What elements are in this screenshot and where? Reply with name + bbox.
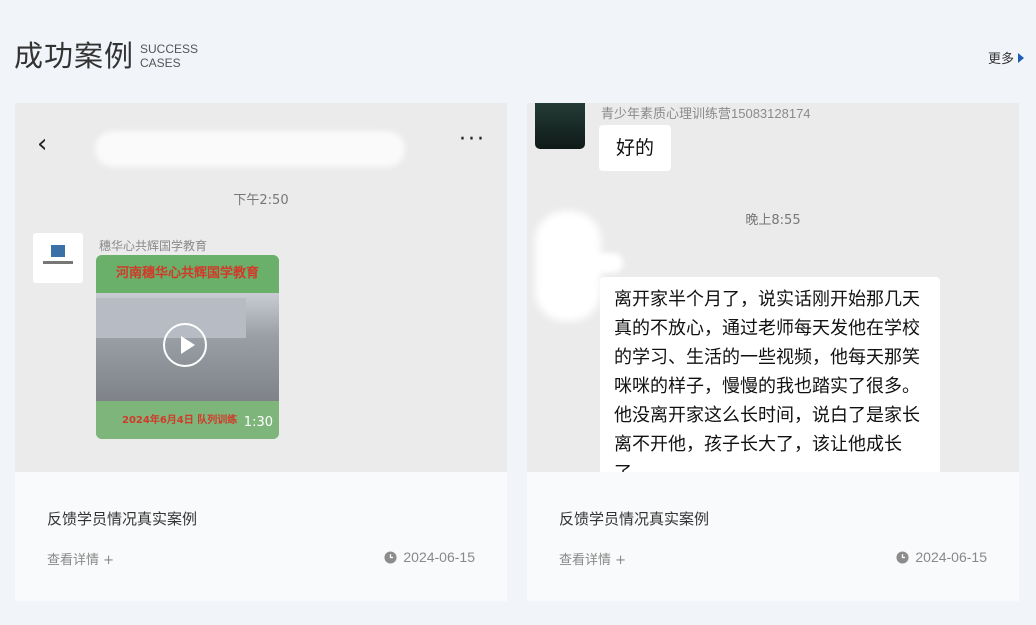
sender-name: 穗华心共辉国学教育 <box>99 239 208 253</box>
case-date: 2024-06-15 <box>384 549 475 565</box>
section-subtitle: SUCCESS CASES <box>140 42 199 70</box>
more-link[interactable]: 更多 <box>988 48 1024 67</box>
case-screenshot[interactable]: ‹ ··· 下午2:50 穗华心共辉国学教育 河南穗华心共辉国学教育 2024年… <box>15 103 507 472</box>
sender-name: 青少年素质心理训练营15083128174 <box>601 106 811 121</box>
section-header: 成功案例 SUCCESS CASES 更多 <box>14 36 1024 76</box>
chat-bubble-reply: 好的 <box>599 125 671 171</box>
case-info: 反馈学员情况真实案例 查看详情 + 2024-06-15 <box>15 472 507 601</box>
case-title[interactable]: 反馈学员情况真实案例 <box>559 508 709 529</box>
view-details-link[interactable]: 查看详情 + <box>47 549 114 568</box>
clock-icon <box>384 550 397 564</box>
back-icon: ‹ <box>37 129 48 159</box>
video-message[interactable]: 河南穗华心共辉国学教育 2024年6月4日 队列训练 1:30 <box>96 255 279 439</box>
video-banner: 河南穗华心共辉国学教育 <box>96 255 279 293</box>
more-icon: ··· <box>459 127 486 152</box>
chat-time: 晚上8:55 <box>745 213 801 228</box>
video-duration: 1:30 <box>243 415 273 430</box>
section-title: 成功案例 <box>14 39 135 73</box>
triangle-right-icon <box>1018 52 1024 63</box>
clock-icon <box>896 550 909 564</box>
play-icon[interactable] <box>163 323 207 367</box>
case-screenshot[interactable]: 青少年素质心理训练营15083128174 好的 晚上8:55 离开家半个月了，… <box>527 103 1019 472</box>
redacted-name <box>95 131 405 167</box>
case-date: 2024-06-15 <box>896 549 987 565</box>
video-caption: 2024年6月4日 队列训练 <box>122 415 238 426</box>
case-title[interactable]: 反馈学员情况真实案例 <box>47 508 197 529</box>
video-thumbnail <box>96 293 279 401</box>
view-details-link[interactable]: 查看详情 + <box>559 549 626 568</box>
chat-time: 下午2:50 <box>233 193 289 208</box>
chat-bubble-message: 离开家半个月了，说实话刚开始那几天真的不放心，通过老师每天发他在学校的学习、生活… <box>600 277 940 472</box>
avatar <box>33 233 83 283</box>
case-card[interactable]: 青少年素质心理训练营15083128174 好的 晚上8:55 离开家半个月了，… <box>527 103 1019 601</box>
case-card[interactable]: ‹ ··· 下午2:50 穗华心共辉国学教育 河南穗华心共辉国学教育 2024年… <box>15 103 507 601</box>
avatar <box>535 103 585 149</box>
case-info: 反馈学员情况真实案例 查看详情 + 2024-06-15 <box>527 472 1019 601</box>
